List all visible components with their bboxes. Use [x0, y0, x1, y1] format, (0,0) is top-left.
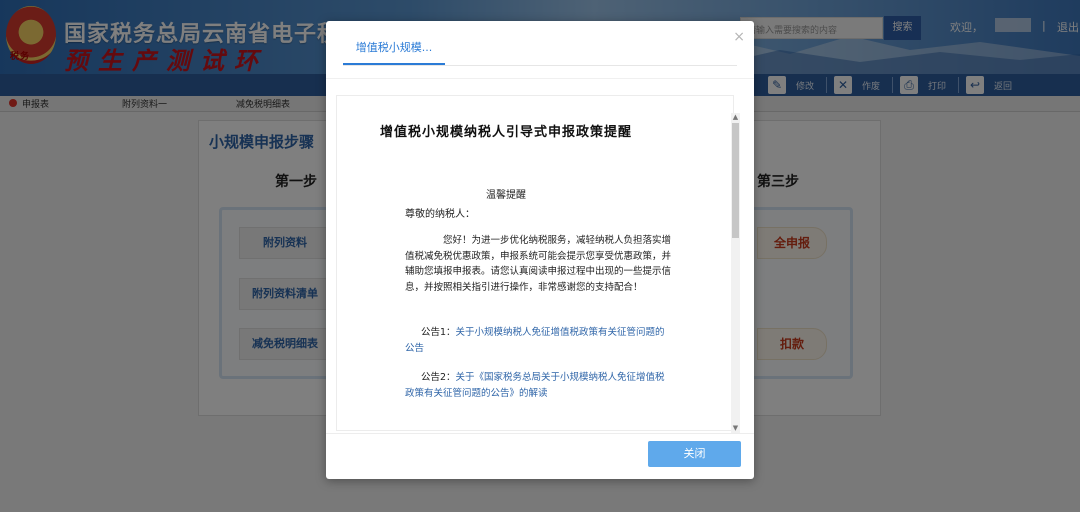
- tab-underline-divider: [343, 65, 737, 66]
- notice-1: 公告1：关于小规模纳税人免征增值税政策有关征管问题的公告: [405, 325, 673, 356]
- document-title: 增值税小规模纳税人引导式申报政策提醒: [379, 125, 632, 140]
- tab-vat-small-scale[interactable]: 增值税小规模...: [343, 39, 445, 65]
- policy-reminder-dialog: × 增值税小规模... 增值税小规模纳税人引导式申报政策提醒 温馨提醒 尊敬的纳…: [326, 21, 754, 479]
- close-icon[interactable]: ×: [733, 29, 745, 45]
- document-scrollbar[interactable]: ▲ ▼: [731, 113, 740, 433]
- policy-document[interactable]: 增值税小规模纳税人引导式申报政策提醒 温馨提醒 尊敬的纳税人： 您好！为进一步优…: [336, 95, 734, 431]
- notice-2: 公告2：关于《国家税务总局关于小规模纳税人免征增值税政策有关征管问题的公告》的解…: [405, 370, 673, 401]
- document-subtitle: 温馨提醒: [486, 190, 526, 201]
- scroll-up-arrow-icon[interactable]: ▲: [731, 113, 740, 122]
- intro-paragraph: 您好！为进一步优化纳税服务，减轻纳税人负担落实增值税减免税优惠政策，申报系统可能…: [405, 235, 672, 293]
- notice-2-prefix: 公告2：: [421, 372, 456, 383]
- close-button[interactable]: 关闭: [648, 441, 741, 467]
- greeting-text: 尊敬的纳税人：: [405, 209, 475, 220]
- scrollbar-thumb[interactable]: [732, 123, 739, 238]
- scroll-down-arrow-icon[interactable]: ▼: [731, 424, 740, 433]
- dialog-body: 增值税小规模纳税人引导式申报政策提醒 温馨提醒 尊敬的纳税人： 您好！为进一步优…: [326, 78, 754, 434]
- notice-1-prefix: 公告1：: [421, 327, 456, 338]
- tax-app-page: 税务 国家税务总局云南省电子税务 预生产测试环 请输入需要搜索的内容 搜索 欢迎…: [0, 0, 1080, 512]
